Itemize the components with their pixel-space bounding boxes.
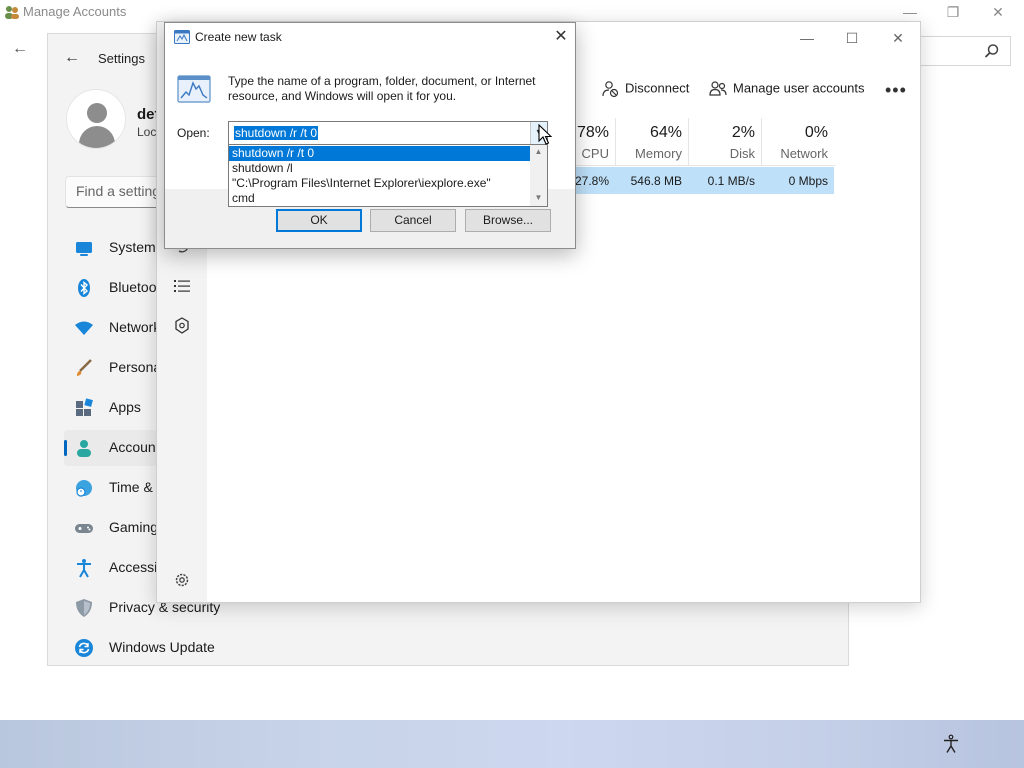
disconnect-button[interactable]: Disconnect: [601, 80, 689, 104]
gaming-icon: [75, 524, 93, 533]
outer-search-box[interactable]: [921, 36, 1011, 66]
network-caption: Network: [780, 146, 828, 161]
history-dropdown-list[interactable]: shutdown /r /t 0 shutdown /l "C:\Program…: [228, 144, 548, 207]
close-icon[interactable]: ✕: [551, 27, 571, 47]
cancel-button[interactable]: Cancel: [370, 209, 456, 232]
header-divider: [545, 165, 835, 166]
memory-column-header[interactable]: 64% Memory: [615, 118, 688, 166]
network-column-header[interactable]: 0% Network: [761, 118, 834, 166]
tm-minimize-icon[interactable]: —: [795, 28, 819, 48]
apps-icon: [76, 398, 93, 416]
sidebar-item-label: Bluetoot: [109, 279, 161, 295]
search-icon[interactable]: [984, 43, 1000, 59]
create-new-task-dialog: Create new task ✕ Type the name of a pro…: [164, 22, 576, 249]
close-icon[interactable]: ✕: [986, 2, 1010, 22]
tm-maximize-icon[interactable]: ☐: [840, 28, 864, 48]
accessibility-icon: [77, 559, 91, 578]
accounts-icon: [77, 440, 91, 457]
windows-update-icon: [75, 639, 93, 657]
sidebar-item-label: Persona: [109, 359, 162, 375]
dialog-title: Create new task: [195, 30, 282, 44]
settings-back-icon[interactable]: ←: [64, 50, 80, 66]
sidebar-item-label: Account: [109, 439, 160, 455]
sidebar-item-label: Time &: [109, 479, 153, 495]
users-icon: [709, 81, 727, 96]
personalization-icon: [77, 359, 92, 376]
sidebar-item-label: Network: [109, 319, 161, 335]
manage-user-accounts-label: Manage user accounts: [733, 80, 865, 96]
gear-icon[interactable]: [172, 570, 192, 590]
table-cell-network[interactable]: 0 Mbps: [761, 167, 834, 194]
privacy-shield-icon: [76, 599, 92, 617]
manage-user-accounts-button[interactable]: Manage user accounts: [709, 80, 865, 104]
minimize-icon[interactable]: —: [898, 2, 922, 22]
system-icon: [76, 242, 92, 256]
details-list-icon[interactable]: [172, 276, 192, 296]
table-cell-disk[interactable]: 0.1 MB/s: [688, 167, 761, 194]
sidebar-item-label: Windows Update: [109, 639, 215, 655]
avatar: [66, 89, 126, 149]
time-icon: [76, 480, 92, 497]
memory-percent: 64%: [649, 124, 682, 141]
open-input-value: shutdown /r /t 0: [234, 126, 319, 140]
browse-button[interactable]: Browse...: [465, 209, 551, 232]
scroll-down-icon[interactable]: ▼: [530, 193, 547, 202]
memory-caption: Memory: [635, 146, 682, 161]
network-icon: [75, 321, 93, 335]
disk-caption: Disk: [729, 146, 755, 161]
accessibility-icon[interactable]: [941, 734, 961, 754]
list-item[interactable]: "C:\Program Files\Internet Explorer\iexp…: [229, 176, 530, 191]
find-setting-search-input[interactable]: Find a setting: [65, 176, 165, 208]
ok-button[interactable]: OK: [276, 209, 362, 232]
list-item[interactable]: shutdown /l: [229, 161, 530, 176]
taskbar: [0, 720, 1024, 768]
services-puzzle-icon[interactable]: [172, 316, 192, 336]
open-combobox-input[interactable]: shutdown /r /t 0 ▾: [228, 121, 548, 145]
network-percent: 0%: [804, 124, 828, 141]
sidebar-item-label: Apps: [109, 399, 141, 415]
scroll-up-icon[interactable]: ▲: [530, 147, 547, 156]
list-item[interactable]: cmd: [229, 191, 530, 206]
disk-column-header[interactable]: 2% Disk: [688, 118, 761, 166]
manage-accounts-icon: [5, 6, 19, 19]
disconnect-label: Disconnect: [625, 80, 690, 96]
disconnect-icon: [602, 81, 619, 98]
disk-percent: 2%: [731, 124, 755, 141]
sidebar-item-label: System: [109, 239, 156, 255]
more-options-icon[interactable]: •••: [885, 80, 907, 101]
list-item[interactable]: shutdown /r /t 0: [229, 146, 530, 161]
table-cell-memory[interactable]: 546.8 MB: [615, 167, 688, 194]
tm-close-icon[interactable]: ✕: [886, 28, 910, 48]
settings-title: Settings: [98, 51, 145, 66]
outer-window-title: Manage Accounts: [23, 4, 127, 19]
dialog-titlebar[interactable]: Create new task ✕: [165, 23, 575, 51]
mouse-pointer-icon: [538, 124, 552, 145]
sidebar-item-windows-update[interactable]: Windows Update: [64, 630, 254, 666]
selection-indicator: [64, 440, 67, 456]
run-dialog-icon: [174, 30, 190, 44]
open-label: Open:: [177, 126, 210, 140]
list-scrollbar[interactable]: ▲ ▼: [530, 145, 547, 206]
back-arrow-icon[interactable]: ←: [12, 40, 32, 60]
sidebar-item-label: Gaming: [109, 519, 159, 535]
maximize-icon[interactable]: ❐: [941, 2, 965, 22]
dialog-description: Type the name of a program, folder, docu…: [228, 74, 536, 103]
run-program-icon: [177, 75, 211, 103]
bluetooth-icon: [78, 279, 90, 297]
